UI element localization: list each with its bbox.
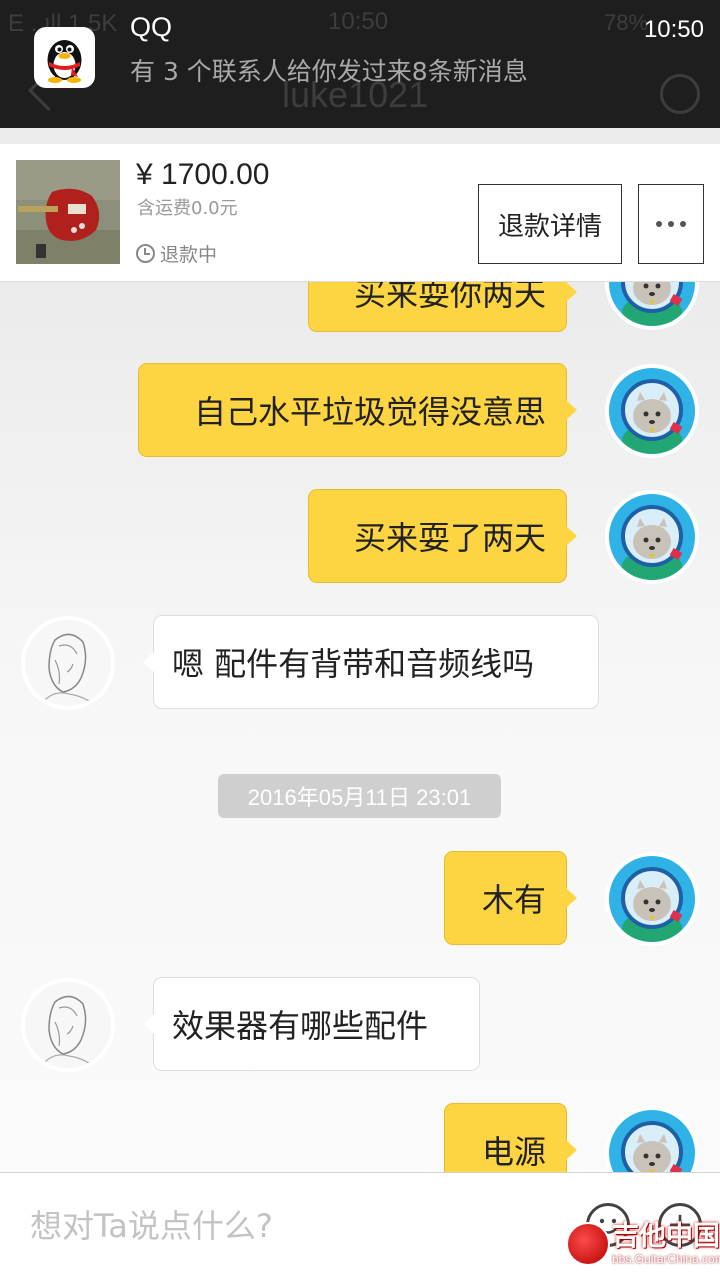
watermark-title: 吉他中国 bbox=[612, 1221, 720, 1252]
refund-status: 退款中 bbox=[136, 240, 217, 267]
message-text: 自己水平垃圾觉得没意思 bbox=[193, 393, 546, 431]
notification-message: 有 3 个联系人给你发过来8条新消息 bbox=[130, 57, 528, 86]
contact-avatar[interactable] bbox=[25, 982, 111, 1068]
clock-icon bbox=[136, 244, 155, 263]
my-avatar[interactable] bbox=[609, 1110, 695, 1172]
shipping-fee: 含运费0.0元 bbox=[137, 198, 238, 219]
status-time: 10:50 bbox=[328, 8, 389, 35]
more-dot bbox=[680, 221, 686, 227]
notification-app-name: QQ bbox=[130, 12, 173, 42]
qq-penguin-icon bbox=[34, 27, 95, 88]
message-bubble-mine[interactable]: 买来耍你两天 bbox=[308, 282, 577, 332]
watermark-logo bbox=[566, 1222, 610, 1266]
message-text: 买来耍了两天 bbox=[353, 519, 546, 557]
message-timestamp: 2016年05月11日 23:01 bbox=[218, 774, 501, 818]
my-avatar[interactable] bbox=[609, 494, 695, 580]
message-input[interactable] bbox=[30, 1201, 550, 1251]
more-dot bbox=[656, 221, 662, 227]
site-watermark: 吉他中国 bbs.GuitarChina.com bbox=[566, 1222, 720, 1266]
message-bubble-mine[interactable]: 电源 bbox=[444, 1103, 577, 1172]
product-thumbnail[interactable] bbox=[16, 160, 120, 264]
product-price: ¥ 1700.00 bbox=[136, 158, 270, 191]
message-bubble-mine[interactable]: 自己水平垃圾觉得没意思 bbox=[138, 363, 577, 457]
more-options-button[interactable] bbox=[638, 184, 704, 264]
message-bubble-mine[interactable]: 买来耍了两天 bbox=[308, 489, 577, 583]
product-card[interactable]: ¥ 1700.00 含运费0.0元 退款中 退款详情 bbox=[0, 144, 720, 282]
notification-time: 10:50 bbox=[643, 16, 704, 43]
more-dot bbox=[668, 221, 674, 227]
refund-status-label: 退款中 bbox=[160, 244, 218, 266]
contact-avatar[interactable] bbox=[25, 620, 111, 706]
my-avatar[interactable] bbox=[609, 282, 695, 326]
chat-messages[interactable]: 买来耍你两天 自己水平垃圾觉得没意思 买来耍了两天 嗯 配件有背带和音频线吗 2… bbox=[0, 282, 720, 1172]
my-avatar[interactable] bbox=[609, 368, 695, 454]
message-text: 买来耍你两天 bbox=[353, 282, 546, 313]
message-text: 木有 bbox=[481, 881, 546, 919]
profile-icon[interactable] bbox=[660, 74, 700, 114]
message-text: 电源 bbox=[481, 1133, 546, 1171]
message-bubble-mine[interactable]: 木有 bbox=[444, 851, 577, 945]
my-avatar[interactable] bbox=[609, 856, 695, 942]
message-text: 效果器有哪些配件 bbox=[172, 1007, 429, 1045]
message-text: 嗯 配件有背带和音频线吗 bbox=[172, 645, 535, 683]
header-divider bbox=[0, 128, 720, 144]
notification-shade[interactable]: E ..ıll 1.5K 10:50 78% luke1021 QQ 10:50… bbox=[0, 0, 720, 128]
status-battery: 78% bbox=[604, 10, 649, 35]
watermark-url: bbs.GuitarChina.com bbox=[612, 1252, 720, 1266]
message-bubble-theirs[interactable]: 效果器有哪些配件 bbox=[143, 977, 480, 1071]
message-bubble-theirs[interactable]: 嗯 配件有背带和音频线吗 bbox=[143, 615, 599, 709]
refund-details-button[interactable]: 退款详情 bbox=[478, 184, 622, 264]
